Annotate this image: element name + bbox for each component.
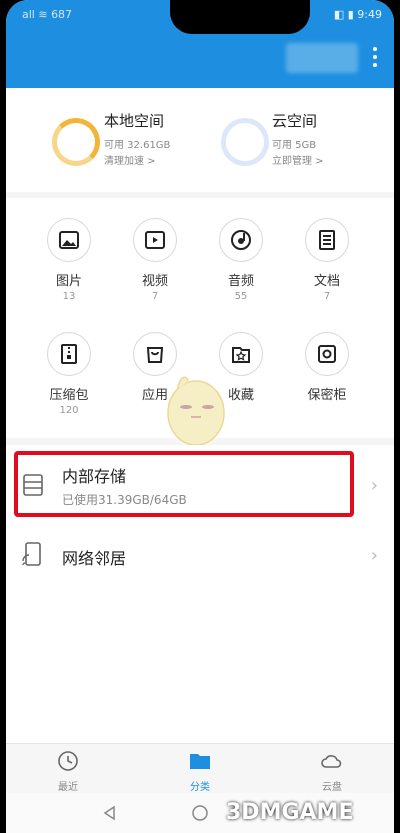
nav-label: 分类 <box>190 782 210 793</box>
image-icon <box>59 231 79 249</box>
app-header: all ≋ 687 ◧ ▮ 9:49 <box>6 0 394 88</box>
local-space-available: 可用 32.61GB <box>104 140 171 151</box>
category-safe[interactable]: 保密柜 <box>287 332 367 405</box>
more-vert-icon[interactable] <box>370 45 380 71</box>
favorite-icon <box>232 347 250 363</box>
local-space-title: 本地空间 <box>104 112 165 130</box>
folder-icon <box>190 754 210 769</box>
home-icon[interactable] <box>191 804 209 822</box>
category-documents[interactable]: 文档 7 <box>287 218 367 302</box>
category-count: 7 <box>323 291 331 302</box>
cloud-space-ring <box>221 118 269 166</box>
category-label: 视频 <box>141 274 168 289</box>
blurred-header-button[interactable] <box>286 43 358 73</box>
category-videos[interactable]: 视频 7 <box>115 218 195 302</box>
status-bar-right: ◧ ▮ 9:49 <box>333 8 382 21</box>
nav-category[interactable]: 分类 <box>170 750 230 793</box>
watermark-text: 3DMGAME <box>226 800 354 825</box>
safe-icon <box>318 345 336 363</box>
nav-cloud[interactable]: 云盘 <box>302 750 362 793</box>
video-icon <box>145 231 165 249</box>
category-label: 图片 <box>55 274 82 289</box>
cloud-space-available: 可用 5GB <box>272 140 317 151</box>
audio-icon <box>231 230 251 250</box>
category-label: 音频 <box>227 274 254 289</box>
mascot-sticker <box>167 376 225 446</box>
category-count: 120 <box>59 405 79 416</box>
status-bar-left: all ≋ 687 <box>22 8 73 21</box>
nav-recent[interactable]: 最近 <box>38 750 98 793</box>
category-count: 7 <box>151 291 159 302</box>
category-label: 文档 <box>313 274 340 289</box>
content-background <box>6 595 394 743</box>
category-label: 压缩包 <box>49 388 89 403</box>
category-count: 55 <box>234 291 248 302</box>
bottom-navigation: 最近 分类 云盘 <box>6 743 394 794</box>
clean-speed-link[interactable]: 清理加速 > <box>104 152 156 167</box>
category-archives[interactable]: 压缩包 120 <box>29 332 109 416</box>
app-icon <box>146 347 164 363</box>
document-icon <box>319 230 335 250</box>
category-label: 保密柜 <box>307 388 347 403</box>
network-neighborhood-row[interactable]: 网络邻居 › <box>6 523 394 595</box>
nav-label: 云盘 <box>322 782 342 793</box>
phone-screen: all ≋ 687 ◧ ▮ 9:49 本地空间 可用 32.61GB 清理加速 … <box>6 0 394 833</box>
highlight-box <box>14 451 354 517</box>
nav-label: 最近 <box>58 782 78 793</box>
chevron-right-icon: › <box>370 475 378 496</box>
category-audio[interactable]: 音频 55 <box>201 218 281 302</box>
camera-notch <box>170 0 310 34</box>
archive-icon <box>61 344 77 364</box>
storage-summary: 本地空间 可用 32.61GB 清理加速 > 云空间 可用 5GB 立即管理 > <box>6 88 394 192</box>
chevron-right-icon: › <box>370 545 378 566</box>
network-device-icon <box>22 542 41 566</box>
clock-icon <box>58 751 78 771</box>
back-icon[interactable] <box>102 805 118 821</box>
network-neighborhood-title: 网络邻居 <box>62 549 127 568</box>
category-images[interactable]: 图片 13 <box>29 218 109 302</box>
manage-now-link[interactable]: 立即管理 > <box>272 152 324 167</box>
cloud-icon <box>321 755 342 768</box>
cloud-space-title: 云空间 <box>272 112 318 130</box>
category-count: 13 <box>62 291 76 302</box>
local-space-ring <box>52 118 100 166</box>
